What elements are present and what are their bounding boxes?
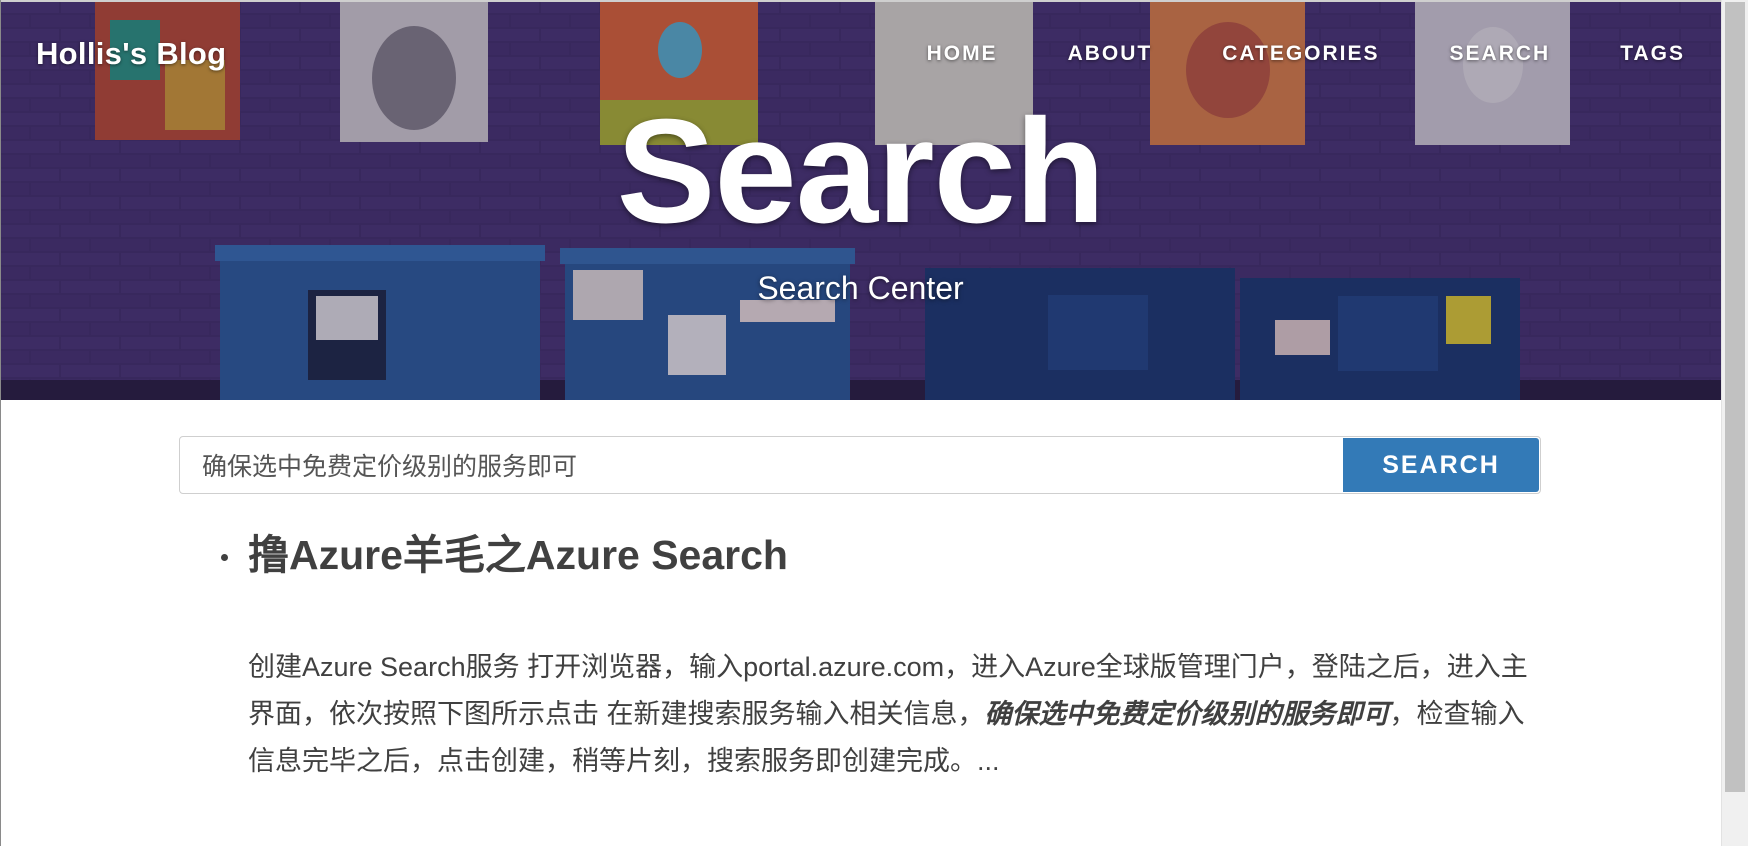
search-form: SEARCH xyxy=(179,436,1541,494)
page-left-border xyxy=(0,0,1,846)
nav-categories[interactable]: CATEGORIES xyxy=(1187,42,1414,66)
search-result-item: 撸Azure羊毛之Azure Search 创建Azure Search服务 打… xyxy=(221,520,1538,785)
search-input[interactable] xyxy=(180,437,1342,493)
nav-search[interactable]: SEARCH xyxy=(1415,42,1586,66)
search-result-title-link[interactable]: 撸Azure羊毛之Azure Search xyxy=(248,520,1538,590)
nav-tags[interactable]: TAGS xyxy=(1585,42,1685,66)
page-subheading: Search Center xyxy=(757,270,964,306)
page-heading: Search xyxy=(616,89,1106,254)
excerpt-highlight: 确保选中免费定价级别的服务即可 xyxy=(984,699,1390,729)
scrollbar-thumb[interactable] xyxy=(1725,2,1745,792)
browser-viewport: Hollis's Blog HOME ABOUT CATEGORIES SEAR… xyxy=(0,0,1748,846)
main-navigation: HOME ABOUT CATEGORIES SEARCH TAGS xyxy=(892,42,1685,66)
nav-home[interactable]: HOME xyxy=(892,42,1033,66)
list-bullet xyxy=(221,554,228,561)
vertical-scrollbar[interactable] xyxy=(1721,0,1748,846)
search-result-excerpt: 创建Azure Search服务 打开浏览器，输入portal.azure.co… xyxy=(248,644,1538,785)
search-button[interactable]: SEARCH xyxy=(1343,438,1539,492)
nav-about[interactable]: ABOUT xyxy=(1033,42,1188,66)
page-top-border xyxy=(0,0,1721,2)
page-header: Hollis's Blog HOME ABOUT CATEGORIES SEAR… xyxy=(0,0,1721,400)
search-results-list: 撸Azure羊毛之Azure Search 创建Azure Search服务 打… xyxy=(221,520,1538,785)
site-title-link[interactable]: Hollis's Blog xyxy=(36,36,226,72)
